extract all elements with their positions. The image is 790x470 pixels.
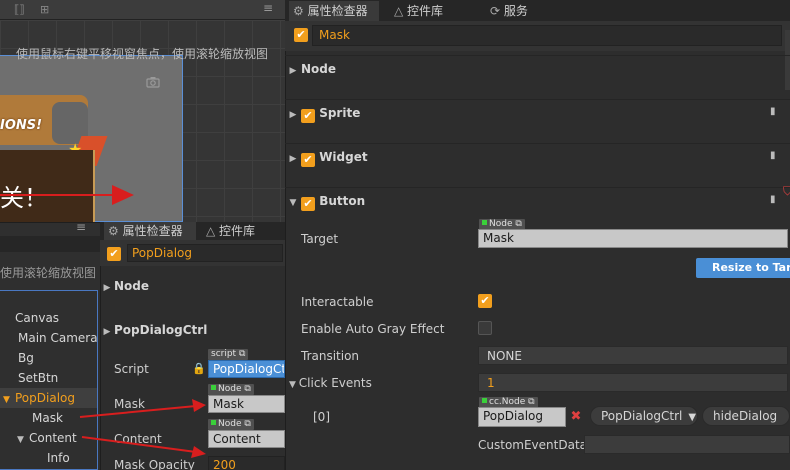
- script-type-tag: script ⧉: [208, 349, 249, 360]
- close-icon[interactable]: ✖: [566, 407, 586, 427]
- help-book-icon[interactable]: ▮: [770, 106, 776, 117]
- annotation-arrow-line: [0, 194, 115, 196]
- event-index-label: [0]: [313, 410, 330, 424]
- hierarchy-hint: 使用滚轮缩放视图: [0, 266, 97, 280]
- button-enabled-checkbox[interactable]: ✔: [301, 197, 315, 211]
- annotation-arrowhead: [112, 185, 134, 205]
- target-field[interactable]: Mask: [478, 229, 788, 248]
- hierarchy-toolbar: [0, 236, 100, 252]
- auto-gray-label: Enable Auto Gray Effect: [301, 322, 445, 336]
- section-node-mid[interactable]: ▶ Node: [100, 275, 285, 297]
- tree-item-setbtn[interactable]: SetBtn: [0, 368, 97, 388]
- node-active-checkbox[interactable]: ✔: [107, 247, 121, 261]
- section-button[interactable]: ▼ ✔ Button: [285, 187, 790, 213]
- node-name-input[interactable]: PopDialog: [127, 244, 283, 262]
- tab-services[interactable]: ⟳ 服务: [490, 1, 528, 21]
- tree-item-canvas[interactable]: Canvas: [0, 308, 97, 328]
- link-icon: ⟳: [490, 4, 504, 18]
- chevron-down-icon[interactable]: ▼: [3, 390, 15, 410]
- chevron-right-icon: ▶: [289, 110, 297, 120]
- align-icon[interactable]: ⟦⟧: [14, 3, 25, 16]
- section-sprite[interactable]: ▶ ✔ Sprite: [285, 99, 790, 125]
- scene-hint: 使用鼠标右键平移视窗焦点，使用滚轮缩放视图: [16, 47, 269, 61]
- tab-inspector[interactable]: ⚙ 属性检查器: [289, 1, 379, 21]
- section-node[interactable]: ▶ Node: [285, 55, 790, 81]
- chevron-right-icon: ▶: [103, 327, 111, 337]
- tree-item-bg[interactable]: Bg: [0, 348, 97, 368]
- chevron-down-icon: ▼: [688, 412, 697, 423]
- sprite-enabled-checkbox[interactable]: ✔: [301, 109, 315, 123]
- event-node-field[interactable]: PopDialog: [478, 407, 566, 427]
- chevron-down-icon: ▼: [289, 380, 299, 390]
- node-name-input[interactable]: Mask: [312, 25, 782, 46]
- gear-icon: ⚙: [293, 4, 308, 18]
- lock-icon: 🔒: [192, 362, 206, 375]
- target-label: Target: [301, 232, 339, 246]
- annotation-arrows: [79, 399, 206, 458]
- tab-inspector-mid[interactable]: ⚙ 属性检查器: [104, 222, 196, 240]
- hierarchy-menu-icon[interactable]: ≡: [76, 220, 86, 234]
- interactable-label: Interactable: [301, 295, 374, 309]
- transition-select[interactable]: NONE: [478, 346, 788, 365]
- gear-icon: ⚙: [108, 224, 123, 238]
- custom-event-data-input[interactable]: [584, 435, 790, 454]
- interactable-checkbox[interactable]: ✔: [478, 294, 492, 308]
- triangle-icon: △: [206, 224, 220, 238]
- transition-label: Transition: [301, 349, 360, 363]
- script-field[interactable]: PopDialogCtrl: [208, 360, 285, 378]
- chevron-right-icon: ▶: [289, 66, 297, 76]
- tree-item-main-camera[interactable]: Main Camera: [0, 328, 98, 348]
- click-events-count-input[interactable]: 1: [478, 373, 788, 392]
- scene-menu-icon[interactable]: ≡: [263, 1, 273, 15]
- mask-opacity-input[interactable]: 200: [208, 456, 285, 470]
- script-label: Script: [114, 362, 149, 376]
- event-handler-select[interactable]: hideDialog: [702, 406, 790, 426]
- chevron-down-icon: ▼: [289, 198, 297, 208]
- mask-type-tag: Node ⧉: [208, 384, 254, 395]
- chevron-right-icon: ▶: [289, 154, 297, 164]
- grid-icon[interactable]: ⊞: [40, 3, 49, 16]
- chevron-down-icon[interactable]: ▼: [17, 430, 29, 450]
- help-book-icon[interactable]: ▮: [770, 194, 776, 205]
- click-events-toggle[interactable]: ▼ Click Events: [289, 376, 372, 390]
- auto-gray-checkbox[interactable]: [478, 321, 492, 335]
- camera-icon[interactable]: [146, 76, 160, 91]
- resize-to-target-button[interactable]: Resize to Target: [696, 258, 790, 278]
- tab-widget-library-mid[interactable]: △ 控件库: [206, 222, 276, 240]
- widget-enabled-checkbox[interactable]: ✔: [301, 153, 315, 167]
- triangle-icon: △: [394, 4, 408, 18]
- content-field[interactable]: Content: [208, 430, 285, 448]
- help-book-icon[interactable]: ▮: [770, 150, 776, 161]
- shield-icon: ⛉: [783, 184, 790, 198]
- mask-field[interactable]: Mask: [208, 395, 285, 413]
- section-widget[interactable]: ▶ ✔ Widget: [285, 143, 790, 169]
- node-active-checkbox[interactable]: ✔: [294, 28, 308, 42]
- chevron-right-icon: ▶: [103, 283, 111, 293]
- banner-text: IONS!: [0, 118, 43, 133]
- custom-event-data-label: CustomEventData: [478, 438, 588, 452]
- event-component-select[interactable]: PopDialogCtrl ▼: [590, 406, 698, 426]
- content-type-tag: Node ⧉: [208, 419, 254, 430]
- tab-widget-library[interactable]: △ 控件库: [394, 1, 443, 21]
- section-popdialogctrl[interactable]: ▶ PopDialogCtrl: [100, 319, 285, 341]
